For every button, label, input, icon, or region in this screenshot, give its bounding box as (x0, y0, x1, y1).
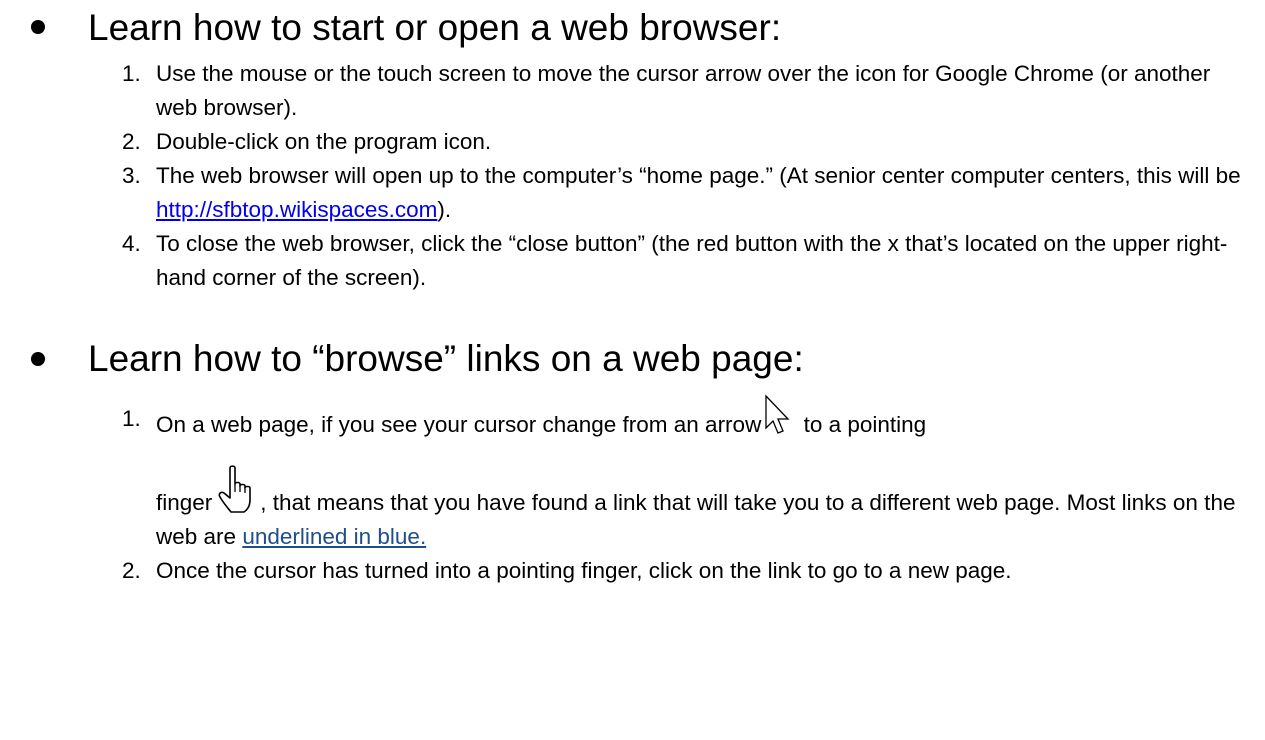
step-text: To close the web browser, click the “clo… (156, 231, 1228, 290)
step-text-before: The web browser will open up to the comp… (156, 163, 1241, 188)
step-number: 1. (122, 61, 141, 86)
list-item: 3. The web browser will open up to the c… (0, 159, 1265, 227)
step-text: Use the mouse or the touch screen to mov… (156, 61, 1211, 120)
list-item: 2. Once the cursor has turned into a poi… (0, 554, 1265, 588)
step-text: On a web page, if you see your cursor ch… (156, 394, 1246, 554)
step-number: 4. (122, 231, 141, 256)
step-text: Once the cursor has turned into a pointi… (156, 558, 1012, 583)
list-item: 4. To close the web browser, click the “… (0, 227, 1265, 295)
step-list: 1. Use the mouse or the touch screen to … (0, 57, 1265, 295)
step-number: 3. (122, 163, 141, 188)
list-item: 1. Use the mouse or the touch screen to … (0, 57, 1265, 125)
arrow-cursor-icon (763, 394, 793, 436)
step-text-a: On a web page, if you see your cursor ch… (156, 412, 762, 437)
bullet-icon (31, 20, 45, 34)
pointing-hand-cursor-icon (216, 464, 258, 514)
step-text-after: ). (437, 197, 452, 222)
step-line-finger: finger, that means that you have found a… (156, 442, 1246, 554)
list-item: 2. Double-click on the program icon. (0, 125, 1265, 159)
step-text-b: to a pointing (797, 412, 927, 437)
step-text-c: finger (156, 490, 213, 515)
step-number: 1. (122, 406, 141, 431)
underlined-link-example[interactable]: underlined in blue. (242, 524, 426, 549)
list-item: 1. On a web page, if you see your cursor… (0, 394, 1265, 554)
step-number: 2. (122, 129, 141, 154)
section-heading: Learn how to “browse” links on a web pag… (88, 338, 804, 379)
step-text: Double-click on the program icon. (156, 129, 492, 154)
step-list: 1. On a web page, if you see your cursor… (0, 394, 1265, 588)
step-line-arrow: On a web page, if you see your cursor ch… (156, 394, 1246, 442)
section-heading: Learn how to start or open a web browser… (88, 7, 782, 48)
bullet-icon (31, 352, 45, 366)
step-number: 2. (122, 558, 141, 583)
home-page-link[interactable]: http://sfbtop.wikispaces.com (156, 197, 437, 222)
step-text: The web browser will open up to the comp… (156, 159, 1246, 227)
